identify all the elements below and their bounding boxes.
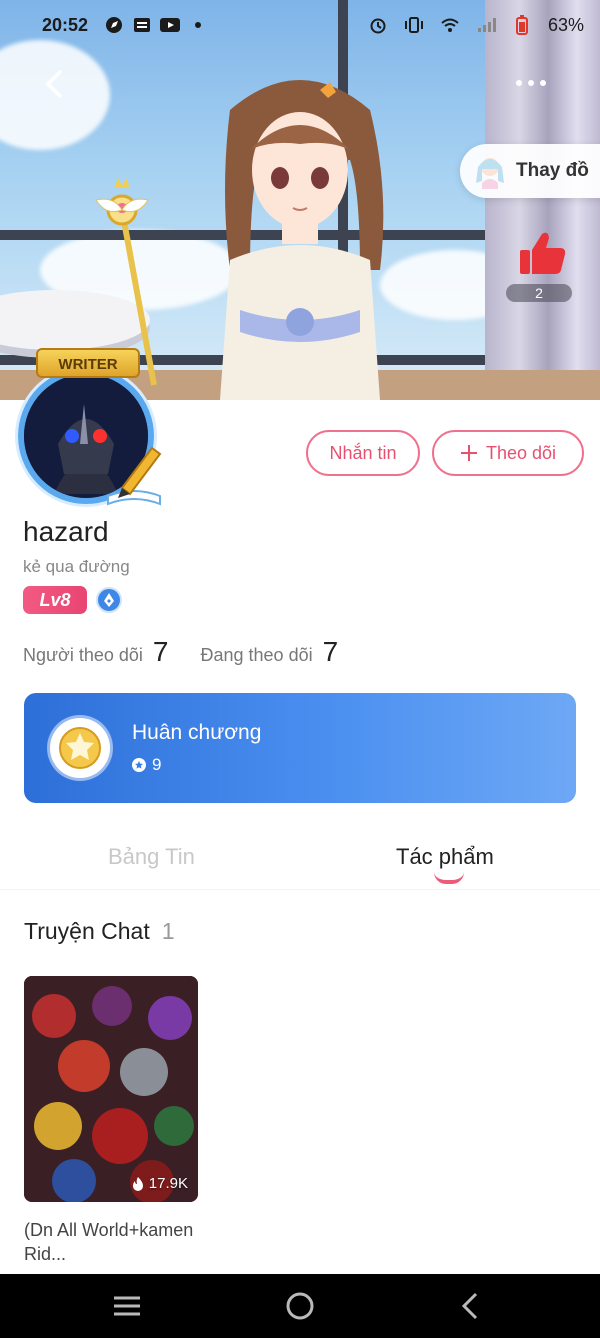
home-button[interactable]: [284, 1290, 316, 1322]
followers-label[interactable]: Người theo dõi: [23, 645, 143, 666]
news-app-icon: [132, 15, 152, 35]
follow-button-label: Theo dõi: [485, 442, 557, 463]
vibrate-icon: [404, 15, 424, 35]
section-title: Truyện Chat: [24, 918, 150, 944]
story-views-count: 17.9K: [148, 1175, 188, 1192]
profile-tabs: Bảng Tin Tác phẩm: [0, 830, 600, 890]
following-label[interactable]: Đang theo dõi: [201, 645, 313, 666]
status-time: 20:52: [42, 14, 89, 35]
back-button[interactable]: [38, 66, 74, 102]
like-button[interactable]: [512, 230, 570, 276]
battery-percent: 63%: [547, 14, 584, 35]
tab-works[interactable]: Tác phẩm: [396, 844, 494, 870]
plus-icon: [460, 440, 478, 466]
status-bar: 20:52 63%: [0, 0, 600, 50]
like-count: 2: [506, 284, 572, 302]
level-badge[interactable]: Lv8: [23, 586, 87, 614]
story-title[interactable]: (Dn All World+kamen Rid...: [24, 1218, 204, 1266]
avatar-character-illustration: [220, 80, 384, 400]
message-button[interactable]: Nhắn tin: [306, 430, 420, 476]
story-cover-image: [24, 976, 198, 1202]
medal-count-row: 9: [132, 755, 261, 775]
message-button-label: Nhắn tin: [329, 442, 397, 463]
user-bio: kẻ qua đường: [23, 557, 130, 576]
story-cover[interactable]: 17.9K: [24, 976, 198, 1202]
system-navigation-bar: [0, 1274, 600, 1338]
change-outfit-label: Thay đồ: [516, 160, 589, 181]
curtain: [485, 0, 600, 400]
home-circle-icon: [286, 1292, 314, 1320]
compass-icon: [104, 15, 124, 35]
profile-hero-background: 20:52 63% Thay đồ 2: [0, 0, 600, 400]
signal-icon: [476, 15, 496, 35]
avatar[interactable]: WRITER: [6, 348, 166, 508]
youtube-icon: [160, 15, 181, 35]
notification-dot-icon: [188, 15, 208, 35]
pen-nib-icon: [104, 593, 114, 607]
medal-info: Huân chương 9: [132, 721, 261, 775]
story-views: 17.9K: [131, 1175, 188, 1192]
writer-pen-icon: [107, 446, 162, 506]
medal-card[interactable]: Huân chương 9: [24, 693, 576, 803]
battery-icon: [512, 15, 532, 35]
wifi-icon: [440, 15, 460, 35]
recent-apps-button[interactable]: [111, 1290, 143, 1322]
change-outfit-button[interactable]: Thay đồ: [460, 144, 600, 198]
back-arrow-icon: [461, 1292, 478, 1320]
fire-icon: [132, 1176, 143, 1191]
medal-count: 9: [152, 755, 162, 774]
medal-title: Huân chương: [132, 721, 262, 744]
tab-feed[interactable]: Bảng Tin: [108, 844, 195, 870]
outfit-avatar-icon: [476, 158, 504, 189]
section-header-chat-stories: Truyện Chat 1: [24, 918, 175, 945]
writer-badge: WRITER: [36, 348, 140, 378]
medal-icon: [50, 718, 110, 778]
star-icon: [132, 758, 146, 772]
system-back-button[interactable]: [456, 1290, 488, 1322]
follow-stats: Người theo dõi 7 Đang theo dõi 7: [23, 636, 370, 668]
menu-icon: [114, 1296, 140, 1316]
alarm-icon: [368, 15, 388, 35]
author-badge[interactable]: [96, 587, 122, 613]
thumbs-up-icon: [520, 232, 566, 274]
follow-button[interactable]: Theo dõi: [432, 430, 584, 476]
more-dots-icon: [516, 80, 522, 86]
status-right-group: 63%: [368, 15, 584, 36]
more-options-button[interactable]: [516, 70, 560, 96]
username: hazard: [23, 516, 109, 547]
followers-count[interactable]: 7: [153, 636, 169, 668]
section-count: 1: [161, 918, 175, 944]
following-count[interactable]: 7: [323, 636, 339, 668]
chevron-left-icon: [45, 70, 62, 98]
